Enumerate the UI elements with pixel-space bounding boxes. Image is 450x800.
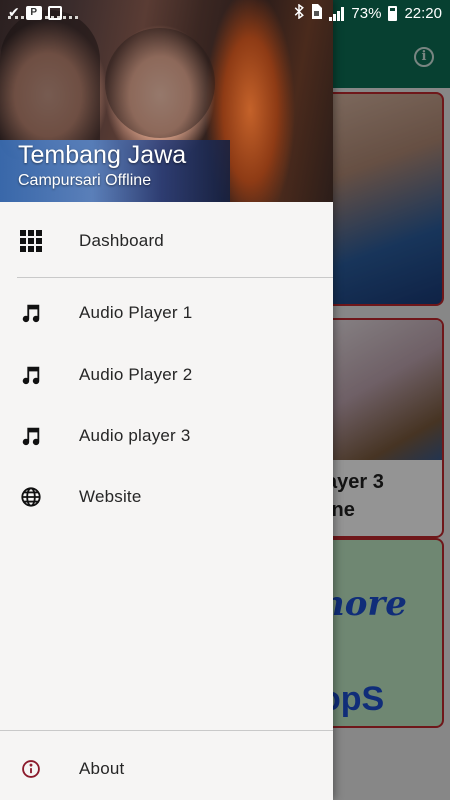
music-note-icon	[19, 301, 43, 325]
menu-item-label: Dashboard	[79, 231, 164, 250]
header-photo-shape	[0, 10, 100, 160]
menu-item-label: Website	[79, 487, 142, 506]
drawer-header: Tembang Jawa Campursari Offline	[0, 0, 333, 202]
music-note-icon	[19, 424, 43, 448]
menu-item-label: About	[79, 759, 125, 778]
menu-item-dashboard[interactable]: Dashboard	[0, 212, 333, 270]
image-icon	[47, 5, 62, 20]
status-right-icons: 73% 22:20	[294, 3, 442, 23]
menu-item-audio-player-3[interactable]: Audio player 3	[0, 407, 333, 465]
check-icon: ✔	[8, 4, 20, 20]
globe-icon	[19, 485, 43, 509]
menu-item-label: Audio player 3	[79, 426, 191, 445]
menu-item-about[interactable]: About	[0, 740, 333, 798]
info-icon	[19, 757, 43, 781]
p-box-icon: P	[25, 5, 42, 20]
drawer-title: Tembang Jawa	[18, 141, 187, 169]
status-time: 22:20	[404, 5, 442, 22]
menu-item-website[interactable]: Website	[0, 468, 333, 526]
drawer-subtitle: Campursari Offline	[18, 172, 152, 189]
header-photo-shape	[105, 28, 215, 138]
status-left-icons: ✔ P	[8, 4, 62, 21]
menu-item-audio-player-1[interactable]: Audio Player 1	[0, 284, 333, 342]
menu-item-label: Audio Player 2	[79, 365, 193, 384]
sim-icon	[311, 4, 323, 23]
status-bar: ✔ P 73% 22:20	[0, 0, 450, 26]
signal-icon	[329, 6, 345, 21]
menu-item-audio-player-2[interactable]: Audio Player 2	[0, 346, 333, 404]
bluetooth-icon	[294, 3, 305, 23]
music-note-icon	[19, 363, 43, 387]
menu-item-label: Audio Player 1	[79, 303, 193, 322]
battery-icon	[388, 6, 398, 21]
navigation-drawer: Tembang Jawa Campursari Offline Dashboar…	[0, 0, 333, 800]
footer-divider	[0, 730, 333, 731]
grid-icon	[19, 229, 43, 253]
menu-divider	[17, 277, 333, 278]
battery-percent: 73%	[351, 5, 382, 22]
